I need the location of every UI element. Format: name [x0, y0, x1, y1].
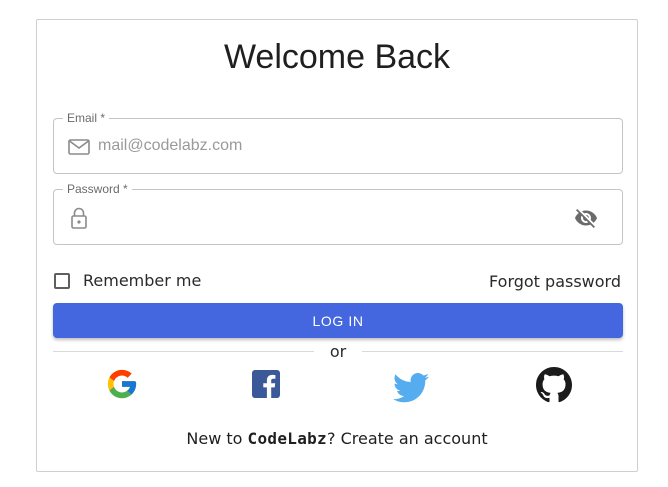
twitter-login-button[interactable]	[393, 370, 429, 406]
email-field[interactable]: Email *	[53, 110, 623, 174]
signup-prompt: New to CodeLabz? Create an account	[37, 429, 637, 448]
divider-line-left	[53, 351, 314, 352]
google-login-button[interactable]	[104, 366, 140, 402]
lock-icon	[68, 207, 90, 229]
signup-suffix: ?	[327, 429, 341, 448]
password-input[interactable]	[98, 190, 562, 244]
divider-line-right	[362, 351, 623, 352]
twitter-icon	[393, 373, 429, 403]
password-field[interactable]: Password *	[53, 181, 623, 245]
remember-me-label: Remember me	[83, 271, 202, 290]
github-login-button[interactable]	[536, 367, 572, 403]
signup-prefix: New to	[186, 429, 248, 448]
brand-name: CodeLabz	[247, 429, 327, 448]
facebook-icon	[252, 370, 280, 398]
email-input[interactable]	[98, 119, 562, 173]
page-title: Welcome Back	[223, 38, 451, 76]
login-card: Welcome Back Email * Password *	[36, 19, 638, 472]
facebook-login-button[interactable]	[248, 366, 284, 402]
mail-icon	[68, 136, 90, 158]
create-account-link[interactable]: Create an account	[341, 429, 488, 448]
checkbox-box[interactable]	[54, 272, 70, 289]
login-button[interactable]: LOG IN	[53, 303, 623, 338]
google-icon	[107, 369, 137, 399]
divider-or: or	[329, 342, 347, 361]
github-icon	[536, 367, 572, 403]
visibility-off-icon[interactable]	[574, 206, 598, 230]
forgot-password-link[interactable]: Forgot password	[489, 272, 621, 291]
remember-me-checkbox[interactable]: Remember me	[53, 271, 201, 290]
